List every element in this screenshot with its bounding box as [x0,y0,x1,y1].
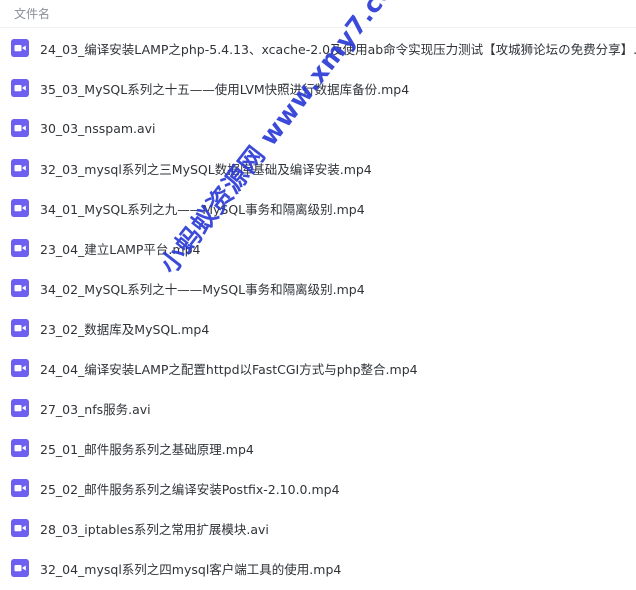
file-name[interactable]: 28_03_iptables系列之常用扩展模块.avi [40,519,269,538]
file-row[interactable]: 25_01_邮件服务系列之基础原理.mp4 [0,428,636,468]
video-file-icon [11,279,29,297]
file-row[interactable]: 24_03_编译安装LAMP之php-5.4.13、xcache-2.0及使用a… [0,28,636,68]
file-row[interactable]: 32_04_mysql系列之四mysql客户端工具的使用.mp4 [0,548,636,588]
file-row[interactable]: 27_03_nfs服务.avi [0,388,636,428]
file-name[interactable]: 32_04_mysql系列之四mysql客户端工具的使用.mp4 [40,559,341,578]
file-list-header: 文件名 [0,0,636,28]
file-row[interactable]: 23_04_建立LAMP平台.mp4 [0,228,636,268]
video-file-icon [11,479,29,497]
video-file-icon [11,79,29,97]
file-name[interactable]: 25_02_邮件服务系列之编译安装Postfix-2.10.0.mp4 [40,479,340,498]
file-name[interactable]: 34_01_MySQL系列之九——MySQL事务和隔离级别.mp4 [40,199,365,218]
video-file-icon [11,559,29,577]
file-name[interactable]: 30_03_nsspam.avi [40,121,156,136]
video-file-icon [11,39,29,57]
video-file-icon [11,159,29,177]
file-row[interactable]: 34_02_MySQL系列之十——MySQL事务和隔离级别.mp4 [0,268,636,308]
video-file-icon [11,399,29,417]
file-row[interactable]: 25_02_邮件服务系列之编译安装Postfix-2.10.0.mp4 [0,468,636,508]
file-name[interactable]: 24_04_编译安装LAMP之配置httpd以FastCGI方式与php整合.m… [40,359,418,378]
video-file-icon [11,359,29,377]
video-file-icon [11,199,29,217]
file-row[interactable]: 23_02_数据库及MySQL.mp4 [0,308,636,348]
file-row[interactable]: 30_03_nsspam.avi [0,108,636,148]
column-header-filename[interactable]: 文件名 [14,5,50,22]
file-name[interactable]: 24_03_编译安装LAMP之php-5.4.13、xcache-2.0及使用a… [40,39,636,58]
video-file-icon [11,439,29,457]
file-row[interactable]: 35_03_MySQL系列之十五——使用LVM快照进行数据库备份.mp4 [0,68,636,108]
file-row[interactable]: 28_03_iptables系列之常用扩展模块.avi [0,508,636,548]
file-name[interactable]: 23_04_建立LAMP平台.mp4 [40,239,200,258]
file-row[interactable]: 24_04_编译安装LAMP之配置httpd以FastCGI方式与php整合.m… [0,348,636,388]
video-file-icon [11,239,29,257]
file-name[interactable]: 32_03_mysql系列之三MySQL数据库基础及编译安装.mp4 [40,159,372,178]
file-list: 24_03_编译安装LAMP之php-5.4.13、xcache-2.0及使用a… [0,28,636,588]
file-name[interactable]: 23_02_数据库及MySQL.mp4 [40,319,209,338]
video-file-icon [11,519,29,537]
file-row[interactable]: 34_01_MySQL系列之九——MySQL事务和隔离级别.mp4 [0,188,636,228]
file-name[interactable]: 34_02_MySQL系列之十——MySQL事务和隔离级别.mp4 [40,279,365,298]
file-name[interactable]: 27_03_nfs服务.avi [40,399,151,418]
file-name[interactable]: 25_01_邮件服务系列之基础原理.mp4 [40,439,254,458]
file-row[interactable]: 32_03_mysql系列之三MySQL数据库基础及编译安装.mp4 [0,148,636,188]
file-name[interactable]: 35_03_MySQL系列之十五——使用LVM快照进行数据库备份.mp4 [40,79,409,98]
video-file-icon [11,119,29,137]
video-file-icon [11,319,29,337]
